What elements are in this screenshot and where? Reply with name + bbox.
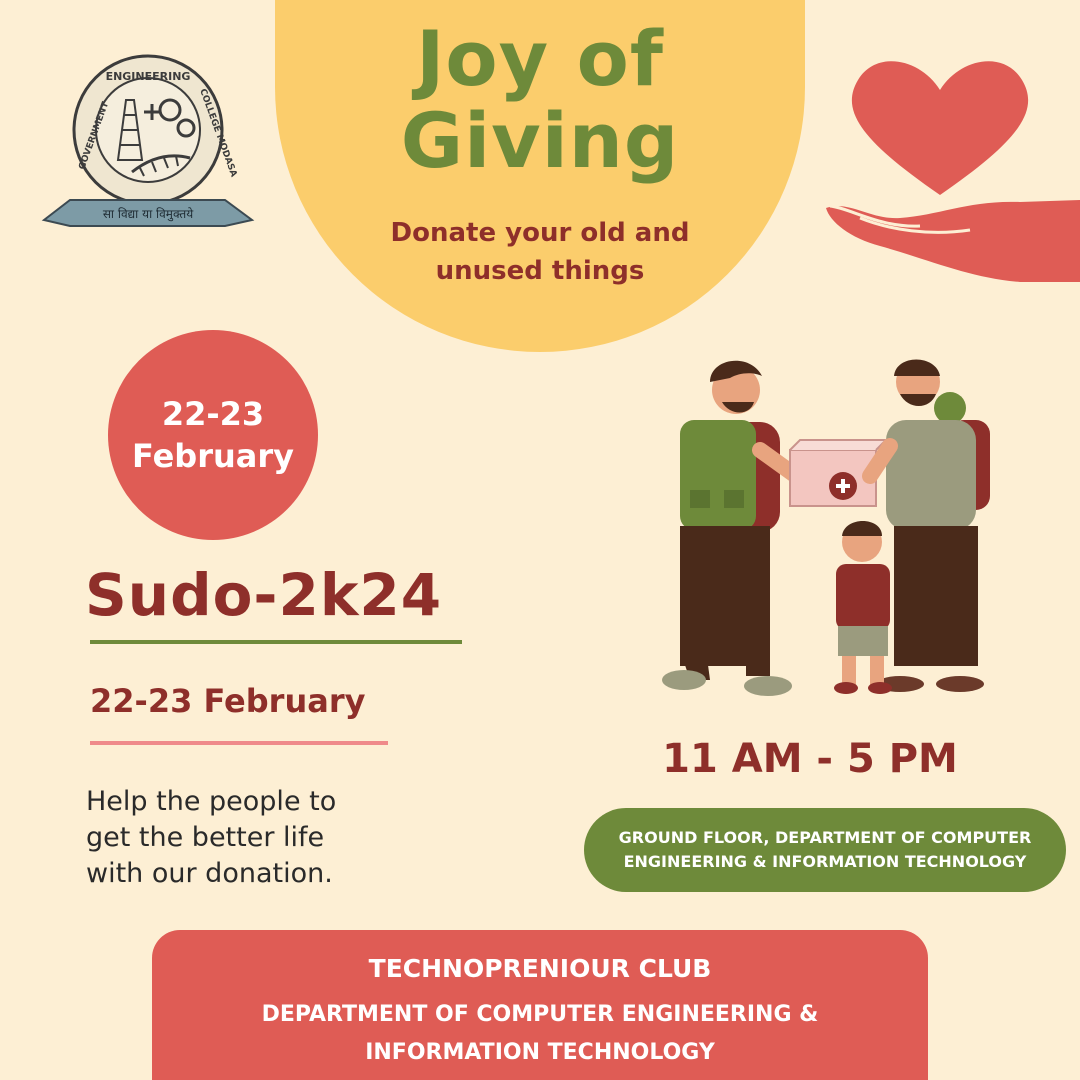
college-emblem-icon: ENGINEERING GOVERNMENT COLLEGE MODASA सा… [41, 54, 255, 227]
people-donating-box-illustration [662, 359, 990, 696]
footer-department: DEPARTMENT OF COMPUTER ENGINEERING & INF… [152, 996, 928, 1072]
event-date: 22-23 February [90, 682, 366, 720]
title-line-2: Giving [400, 96, 680, 185]
location-line-2: ENGINEERING & INFORMATION TECHNOLOGY [623, 852, 1027, 871]
date-badge-line-2: February [132, 437, 294, 475]
svg-text:सा विद्या या विमुक्तये: सा विद्या या विमुक्तये [103, 207, 194, 222]
location-badge: GROUND FLOOR, DEPARTMENT OF COMPUTER ENG… [584, 808, 1066, 892]
date-badge-line-1: 22-23 [161, 395, 265, 433]
footer-club-name: TECHNOPRENIOUR CLUB [368, 954, 712, 983]
description-line-2: get the better life [86, 822, 325, 853]
description-line-1: Help the people to [86, 786, 337, 817]
event-time: 11 AM - 5 PM [662, 736, 958, 782]
location-line-1: GROUND FLOOR, DEPARTMENT OF COMPUTER [618, 828, 1032, 847]
svg-text:ENGINEERING: ENGINEERING [106, 70, 191, 83]
description-line-3: with our donation. [86, 858, 333, 889]
event-name: Sudo-2k24 [85, 561, 443, 629]
subtitle-line-1: Donate your old and [390, 218, 690, 248]
heart-in-hand-icon [826, 61, 1080, 282]
footer-department-line-2: INFORMATION TECHNOLOGY [365, 1040, 715, 1065]
date-badge: 22-23 February [108, 330, 318, 540]
page-subtitle: Donate your old and unused things [275, 214, 805, 290]
divider-green [90, 640, 462, 644]
page-title: Joy of Giving [275, 18, 805, 182]
footer-banner: TECHNOPRENIOUR CLUB DEPARTMENT OF COMPUT… [152, 930, 928, 1080]
footer-department-line-1: DEPARTMENT OF COMPUTER ENGINEERING & [261, 1002, 819, 1027]
event-description: Help the people to get the better life w… [86, 784, 416, 892]
subtitle-line-2: unused things [435, 256, 645, 286]
divider-pink [90, 741, 388, 745]
title-line-1: Joy of [416, 14, 664, 103]
